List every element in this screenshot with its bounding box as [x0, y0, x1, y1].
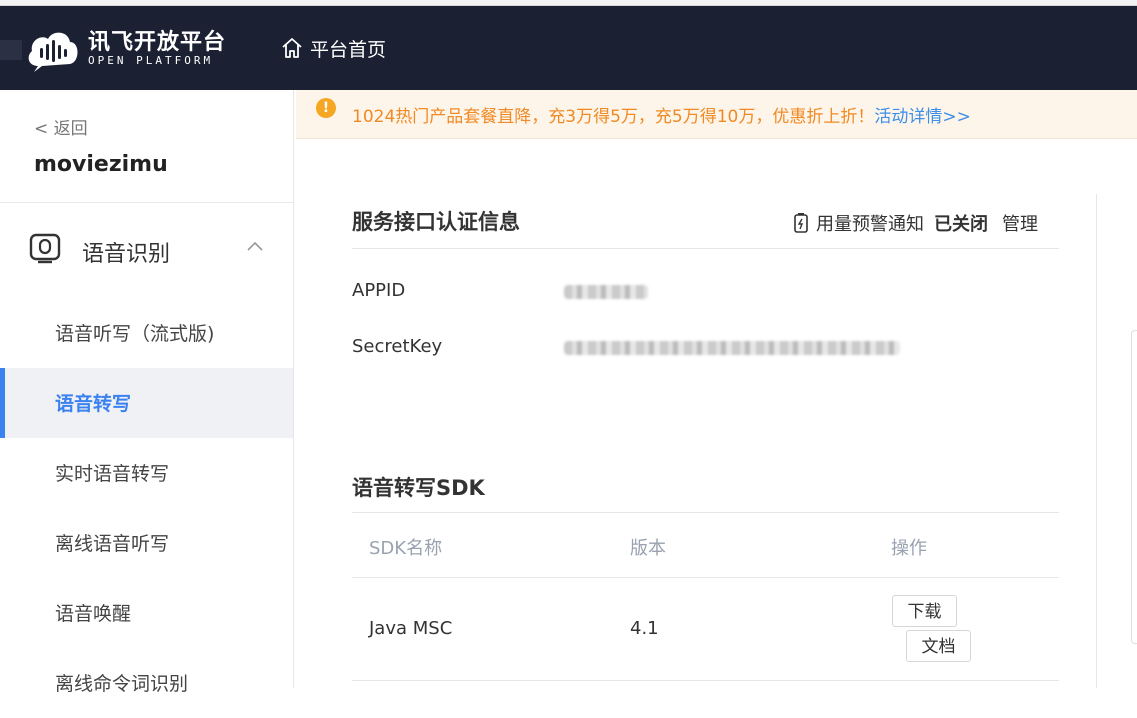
- sidebar-item-label: 语音听写（流式版): [55, 323, 215, 345]
- manage-link[interactable]: 管理: [1002, 210, 1038, 236]
- right-panel-card-edge: [1131, 330, 1137, 644]
- sidebar-item-label: 离线命令词识别: [55, 673, 189, 695]
- sidebar-item-wakeup[interactable]: 语音唤醒: [0, 578, 293, 648]
- activity-details-link[interactable]: 活动详情>>: [874, 107, 971, 127]
- sdk-row-name: Java MSC: [369, 618, 453, 639]
- speech-recognition-icon: [29, 233, 61, 264]
- right-panel-divider: [1096, 194, 1097, 688]
- sidebar-item-streaming-dictation[interactable]: 语音听写（流式版): [0, 298, 293, 368]
- secretkey-label: SecretKey: [352, 336, 443, 357]
- warning-icon: !: [316, 98, 336, 118]
- appid-label: APPID: [352, 280, 406, 301]
- sdk-table-top-border: [352, 512, 1059, 513]
- usage-alert-row: 用量预警通知 已关闭 管理: [792, 210, 1038, 236]
- home-icon: [282, 38, 302, 58]
- logo-title: 讯飞开放平台: [88, 30, 227, 55]
- menu-group-label: 语音识别: [82, 242, 171, 267]
- header-edge-tab: [0, 40, 22, 60]
- top-header: 讯飞开放平台 OPEN PLATFORM 平台首页: [0, 6, 1137, 90]
- sdk-table-row-border: [352, 680, 1059, 681]
- sdk-col-name: SDK名称: [369, 538, 443, 559]
- doc-button[interactable]: 文档: [906, 630, 971, 662]
- logo-cloud-icon: [28, 32, 78, 72]
- notice-message: 1024热门产品套餐直降，充3万得5万，充5万得10万，优惠折上折！: [352, 107, 875, 127]
- home-nav-link[interactable]: 平台首页: [280, 34, 386, 62]
- sdk-col-version: 版本: [630, 538, 666, 559]
- sidebar-item-label: 离线语音听写: [55, 533, 170, 555]
- chevron-up-icon[interactable]: [246, 240, 264, 252]
- usage-alert-status: 已关闭: [934, 214, 988, 235]
- download-button[interactable]: 下载: [892, 595, 957, 627]
- sdk-section-title: 语音转写SDK: [352, 476, 485, 500]
- sidebar-item-label: 语音唤醒: [55, 603, 132, 625]
- sidebar-item-offline-command[interactable]: 离线命令词识别: [0, 648, 293, 718]
- app-name: moviezimu: [34, 152, 168, 177]
- appid-value-masked: [564, 285, 648, 299]
- sdk-row-version: 4.1: [630, 618, 659, 639]
- sidebar-divider: [0, 202, 293, 203]
- sidebar-item-offline-dictation[interactable]: 离线语音听写: [0, 508, 293, 578]
- auth-section-title: 服务接口认证信息: [352, 210, 520, 234]
- home-label: 平台首页: [310, 38, 387, 61]
- sidebar-item-realtime-transcription[interactable]: 实时语音转写: [0, 438, 293, 508]
- back-link[interactable]: < 返回: [34, 114, 88, 139]
- sidebar: < 返回 moviezimu 语音识别 语音听写（流式版) 语音转写 实时语音转…: [0, 90, 294, 695]
- main-content: 服务接口认证信息 用量预警通知 已关闭 管理 APPID SecretKey 语…: [296, 138, 1096, 688]
- menu-group-speech-recognition[interactable]: 语音识别: [0, 214, 293, 288]
- notice-text: 1024热门产品套餐直降，充3万得5万，充5万得10万，优惠折上折！活动详情>>: [352, 102, 971, 127]
- usage-alert-label: 用量预警通知: [816, 214, 924, 235]
- promo-notice-bar: ! 1024热门产品套餐直降，充3万得5万，充5万得10万，优惠折上折！活动详情…: [296, 90, 1137, 139]
- sdk-col-action: 操作: [891, 538, 927, 559]
- auth-divider: [352, 248, 1059, 249]
- logo-subtitle: OPEN PLATFORM: [88, 54, 214, 67]
- sidebar-item-label: 实时语音转写: [55, 463, 170, 485]
- sdk-table-header-border: [352, 577, 1059, 578]
- alert-battery-icon: [794, 213, 808, 233]
- sidebar-item-label: 语音转写: [55, 393, 132, 415]
- secretkey-value-masked: [564, 341, 900, 355]
- sidebar-item-transcription[interactable]: 语音转写: [0, 368, 293, 438]
